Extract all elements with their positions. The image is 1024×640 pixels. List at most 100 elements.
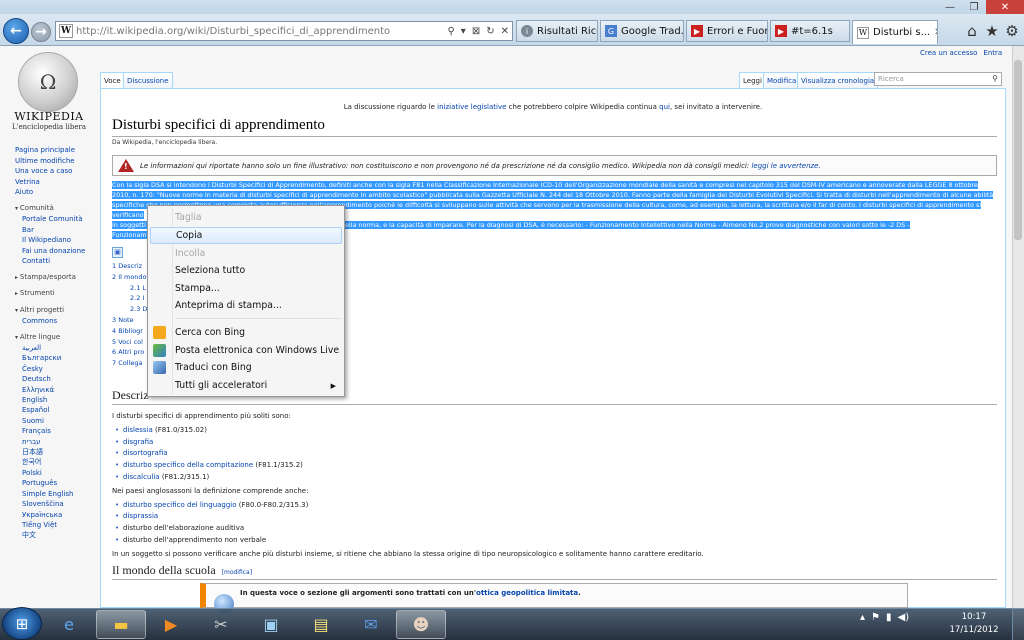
back-button[interactable]: ← <box>3 18 29 44</box>
language-link[interactable]: Español <box>22 405 97 415</box>
list-link[interactable]: disprassia <box>123 512 158 520</box>
language-link[interactable]: Français <box>22 426 97 436</box>
toc-item[interactable]: 2.1 L <box>112 283 152 294</box>
menu-item-all-accelerators[interactable]: Tutti gli acceleratori ▶ <box>150 377 342 394</box>
sidebar-item-bar[interactable]: Bar <box>22 225 97 236</box>
favorites-star-icon[interactable]: ★ <box>982 20 1002 42</box>
menu-item-copy[interactable]: Copia <box>150 227 342 244</box>
network-icon[interactable]: ▮ <box>886 612 892 623</box>
login-link[interactable]: Entra <box>983 49 1002 57</box>
toc-toggle-icon[interactable]: ▣ <box>112 247 123 258</box>
volume-icon[interactable]: ◀) <box>898 612 910 623</box>
toc-item[interactable]: 3 Note <box>112 315 152 326</box>
list-link[interactable]: disortografia <box>123 449 168 457</box>
toc-item[interactable]: 2.3 D <box>112 304 152 315</box>
image-viewer-icon[interactable]: ▣ <box>246 610 296 639</box>
sidebar-item-main-page[interactable]: Pagina principale <box>15 145 97 156</box>
show-hidden-icons-icon[interactable]: ▴ <box>860 612 865 623</box>
sidebar-heading-tools[interactable]: Strumenti <box>15 288 97 300</box>
language-link[interactable]: Ελληνικά <box>22 385 97 395</box>
sidebar-item-featured[interactable]: Vetrina <box>15 177 97 188</box>
language-link[interactable]: Български <box>22 353 97 363</box>
sidebar-item-wikipediano[interactable]: Il Wikipediano <box>22 235 97 246</box>
create-account-link[interactable]: Crea un accesso <box>920 49 977 57</box>
dropdown-icon[interactable]: ▾ <box>461 26 466 37</box>
sidebar-item-help[interactable]: Aiuto <box>15 187 97 198</box>
notice-link[interactable]: qui <box>659 103 670 111</box>
notice-link[interactable]: ottica geopolitica limitata <box>476 589 578 597</box>
menu-item-print-preview[interactable]: Anteprima di stampa... <box>150 297 342 314</box>
sidebar-heading-community[interactable]: Comunità <box>15 203 97 215</box>
close-tab-icon[interactable]: ✕ <box>934 27 937 38</box>
stop-icon[interactable]: ✕ <box>501 26 509 37</box>
tab-discussione[interactable]: Discussione <box>123 72 173 88</box>
home-icon[interactable]: ⌂ <box>962 20 982 42</box>
scrollbar-thumb[interactable] <box>1014 60 1022 240</box>
browser-tab[interactable]: i Risultati Rice... <box>516 20 598 42</box>
toc-item[interactable]: 7 Collega <box>112 358 152 369</box>
sidebar-item-recent-changes[interactable]: Ultime modifiche <box>15 156 97 167</box>
notice-link[interactable]: iniziative legislative <box>437 103 506 111</box>
address-bar[interactable]: W http://it.wikipedia.org/wiki/Disturbi_… <box>55 21 513 41</box>
language-link[interactable]: 中文 <box>22 530 97 540</box>
minimize-button[interactable]: — <box>938 0 962 14</box>
internet-explorer-icon[interactable]: e <box>44 610 94 639</box>
maximize-button[interactable]: ❐ <box>962 0 986 14</box>
browser-tab[interactable]: ▶ Errori e Fuori... <box>686 20 768 42</box>
game-icon[interactable]: ☻ <box>396 610 446 639</box>
sidebar-item-portal[interactable]: Portale Comunità <box>22 214 97 225</box>
start-button[interactable]: ⊞ <box>2 607 42 640</box>
search-icon[interactable]: ⚲ <box>992 74 998 83</box>
language-link[interactable]: עברית <box>22 437 97 447</box>
language-link[interactable]: Українська <box>22 510 97 520</box>
toc-item[interactable]: 2 Il mondo <box>112 272 152 283</box>
language-link[interactable]: Deutsch <box>22 374 97 384</box>
language-link[interactable]: Suomi <box>22 416 97 426</box>
wikipedia-globe-logo-icon[interactable]: Ω <box>18 52 78 112</box>
forward-button[interactable]: → <box>31 22 51 42</box>
language-link[interactable]: English <box>22 395 97 405</box>
tab-voce[interactable]: Voce <box>100 72 125 88</box>
action-center-icon[interactable]: ⚑ <box>871 612 880 623</box>
address-url[interactable]: http://it.wikipedia.org/wiki/Disturbi_sp… <box>76 26 444 37</box>
menu-item-translate-bing[interactable]: Traduci con Bing <box>150 359 342 376</box>
language-link[interactable]: Slovenščina <box>22 499 97 509</box>
browser-tab[interactable]: G Google Trad... <box>600 20 684 42</box>
sticky-notes-icon[interactable]: ▤ <box>296 610 346 639</box>
wiki-search-input[interactable]: Ricerca ⚲ <box>874 72 1002 86</box>
menu-item-select-all[interactable]: Seleziona tutto <box>150 262 342 279</box>
menu-item-paste[interactable]: Incolla <box>150 245 342 262</box>
language-link[interactable]: Tiếng Việt <box>22 520 97 530</box>
gear-icon[interactable]: ⚙ <box>1002 20 1022 42</box>
paint-icon[interactable]: ✂ <box>196 610 246 639</box>
toc-item[interactable]: 5 Voci col <box>112 337 152 348</box>
list-link[interactable]: discalculia <box>123 473 160 481</box>
list-link[interactable]: disgrafia <box>123 438 153 446</box>
language-link[interactable]: Português <box>22 478 97 488</box>
browser-tab-active[interactable]: W Disturbi s... ✕ <box>852 20 938 44</box>
language-link[interactable]: العربية <box>22 343 97 353</box>
clock[interactable]: 10:17 17/11/2012 <box>940 611 1008 637</box>
close-window-button[interactable]: ✕ <box>986 0 1024 14</box>
thunderbird-icon[interactable]: ✉ <box>346 610 396 639</box>
sidebar-item-commons[interactable]: Commons <box>22 316 97 327</box>
folder-icon[interactable]: ▬ <box>96 610 146 639</box>
search-icon[interactable]: ⚲ <box>447 26 454 37</box>
toc-item[interactable]: 1 Descriz <box>112 261 152 272</box>
menu-item-cut[interactable]: Taglia <box>150 209 342 226</box>
list-link[interactable]: dislessia <box>123 426 153 434</box>
menu-item-search-bing[interactable]: Cerca con Bing <box>150 324 342 341</box>
compatibility-view-icon[interactable]: ⊠ <box>472 26 480 37</box>
tab-cronologia[interactable]: Visualizza cronologia <box>797 72 879 88</box>
sidebar-heading-print[interactable]: Stampa/esporta <box>15 272 97 284</box>
language-link[interactable]: 한국어 <box>22 457 97 467</box>
list-link[interactable]: disturbo specifico del linguaggio <box>123 501 237 509</box>
toc-item[interactable]: 2.2 I <box>112 293 152 304</box>
toc-item[interactable]: 6 Altri pro <box>112 347 152 358</box>
sidebar-heading-projects[interactable]: Altri progetti <box>15 305 97 317</box>
warning-link[interactable]: leggi le avvertenze. <box>751 162 820 170</box>
sidebar-item-contacts[interactable]: Contatti <box>22 256 97 267</box>
browser-tab[interactable]: ▶ #t=6.1s <box>770 20 850 42</box>
show-desktop-button[interactable] <box>1012 608 1024 640</box>
refresh-icon[interactable]: ↻ <box>486 26 494 37</box>
